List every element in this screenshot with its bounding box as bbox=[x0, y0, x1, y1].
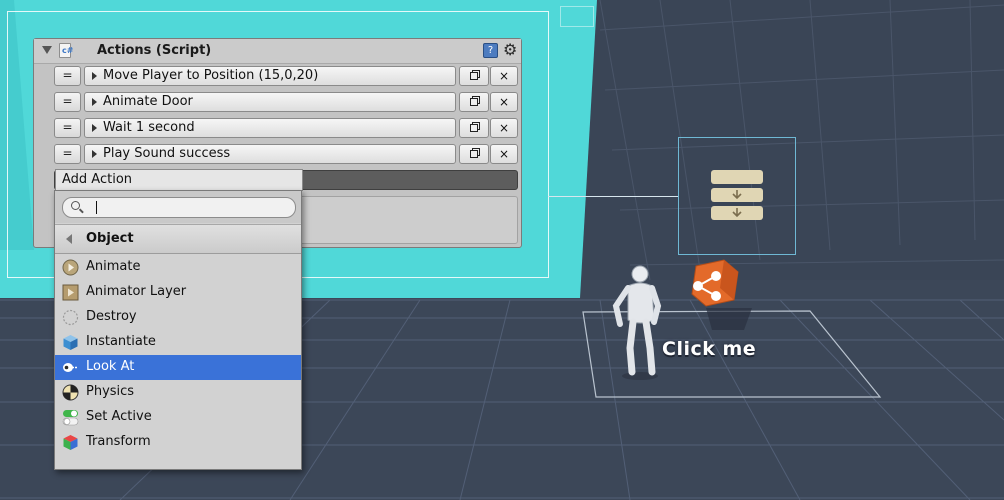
action-foldout[interactable]: Move Player to Position (15,0,20) bbox=[84, 66, 456, 86]
click-me-label[interactable]: Click me bbox=[662, 338, 756, 360]
remove-button[interactable]: × bbox=[490, 144, 518, 164]
duplicate-button[interactable] bbox=[459, 66, 489, 86]
duplicate-button[interactable] bbox=[459, 144, 489, 164]
drag-handle-icon[interactable]: = bbox=[54, 92, 81, 112]
menu-item-label: Physics bbox=[86, 384, 135, 399]
action-label: Wait 1 second bbox=[103, 120, 195, 135]
duplicate-button[interactable] bbox=[459, 92, 489, 112]
menu-item-label: Animate bbox=[86, 259, 141, 274]
category-header[interactable]: Object bbox=[55, 224, 301, 254]
character-figure[interactable] bbox=[600, 262, 670, 382]
action-row[interactable]: = Wait 1 second × bbox=[54, 118, 518, 138]
menu-item-label: Instantiate bbox=[86, 334, 156, 349]
action-row[interactable]: = Animate Door × bbox=[54, 92, 518, 112]
panel-title: Actions (Script) bbox=[97, 43, 212, 58]
menu-item-transform[interactable]: Transform bbox=[55, 430, 301, 455]
drag-handle-icon[interactable]: = bbox=[54, 144, 81, 164]
share-cube-object[interactable] bbox=[686, 258, 744, 308]
drag-handle-icon[interactable]: = bbox=[54, 118, 81, 138]
menu-item-label: Transform bbox=[86, 434, 151, 449]
menu-item-instantiate[interactable]: Instantiate bbox=[55, 330, 301, 355]
animate-icon bbox=[62, 259, 79, 276]
action-row[interactable]: = Move Player to Position (15,0,20) × bbox=[54, 66, 518, 86]
action-label: Play Sound success bbox=[103, 146, 231, 161]
menu-item-destroy[interactable]: Destroy bbox=[55, 305, 301, 330]
action-row[interactable]: = Play Sound success × bbox=[54, 144, 518, 164]
action-label: Animate Door bbox=[103, 94, 193, 109]
help-book-icon[interactable]: ? bbox=[483, 43, 498, 58]
category-title: Object bbox=[86, 231, 134, 246]
look-at-icon bbox=[63, 363, 78, 372]
action-foldout[interactable]: Play Sound success bbox=[84, 144, 456, 164]
action-label: Move Player to Position (15,0,20) bbox=[103, 68, 319, 83]
duplicate-button[interactable] bbox=[459, 118, 489, 138]
search-field[interactable] bbox=[62, 197, 296, 218]
menu-item-label: Destroy bbox=[86, 309, 137, 324]
menu-item-look-at[interactable]: Look At bbox=[55, 355, 301, 380]
text-caret bbox=[96, 201, 97, 214]
expand-triangle-icon[interactable] bbox=[92, 72, 97, 80]
transform-icon bbox=[63, 435, 78, 450]
add-action-label: Add Action bbox=[62, 172, 133, 187]
remove-button[interactable]: × bbox=[490, 92, 518, 112]
gear-icon[interactable]: ⚙ bbox=[503, 40, 517, 59]
add-action-dropdown: Object Animate Animator Layer Destroy In… bbox=[54, 190, 302, 470]
remove-button[interactable]: × bbox=[490, 118, 518, 138]
search-icon bbox=[71, 201, 80, 210]
foldout-arrow-icon[interactable] bbox=[42, 46, 52, 54]
action-foldout[interactable]: Wait 1 second bbox=[84, 118, 456, 138]
menu-item-set-active[interactable]: Set Active bbox=[55, 405, 301, 430]
menu-item-label: Look At bbox=[86, 359, 135, 374]
remove-button[interactable]: × bbox=[490, 66, 518, 86]
search-area bbox=[55, 191, 301, 223]
menu-item-label: Animator Layer bbox=[86, 284, 187, 299]
animator-layer-icon bbox=[62, 284, 79, 301]
destroy-icon bbox=[62, 309, 79, 326]
panel-header[interactable]: c# Actions (Script) ? ⚙ bbox=[34, 39, 521, 64]
expand-triangle-icon[interactable] bbox=[92, 124, 97, 132]
instantiate-icon bbox=[63, 335, 78, 350]
menu-item-label: Set Active bbox=[86, 409, 152, 424]
add-action-button[interactable]: Add Action bbox=[55, 169, 303, 191]
drag-handle-icon[interactable]: = bbox=[54, 66, 81, 86]
back-arrow-icon[interactable] bbox=[66, 234, 72, 244]
search-input[interactable] bbox=[87, 200, 287, 215]
menu-item-animator-layer[interactable]: Animator Layer bbox=[55, 280, 301, 305]
menu-item-physics[interactable]: Physics bbox=[55, 380, 301, 405]
physics-icon bbox=[62, 384, 79, 401]
script-file-icon: c# bbox=[59, 43, 73, 58]
expand-triangle-icon[interactable] bbox=[92, 150, 97, 158]
set-active-icon bbox=[62, 410, 79, 426]
menu-item-animate[interactable]: Animate bbox=[55, 255, 301, 280]
expand-triangle-icon[interactable] bbox=[92, 98, 97, 106]
action-foldout[interactable]: Animate Door bbox=[84, 92, 456, 112]
